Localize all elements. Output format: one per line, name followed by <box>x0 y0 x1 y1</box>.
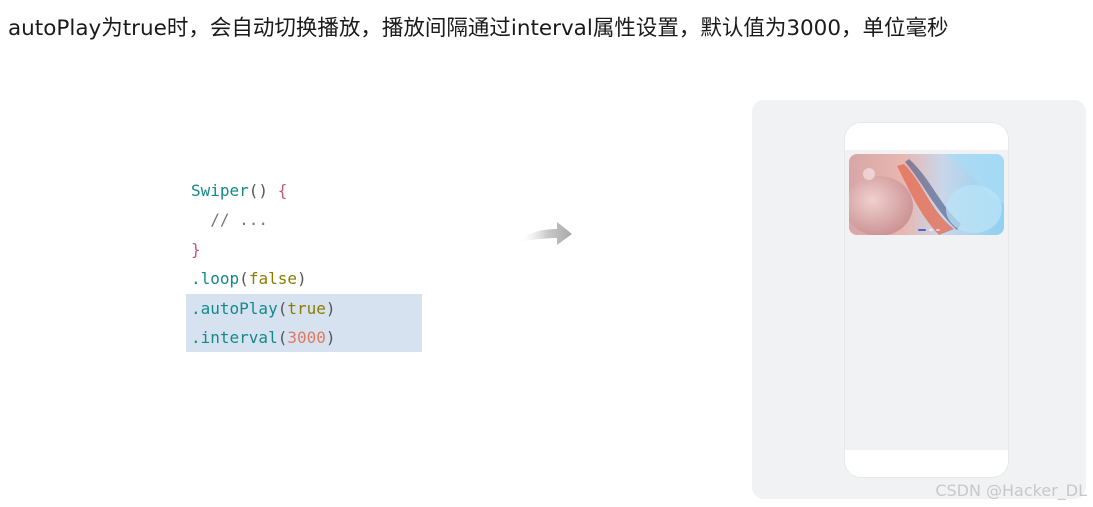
code-line-interval: .interval(3000) <box>186 322 422 353</box>
code-loop-method: .loop <box>191 269 240 289</box>
code-open-brace: { <box>277 181 288 200</box>
code-autoplay-method: .autoPlay <box>191 298 278 318</box>
indicator-dot-active[interactable] <box>918 229 926 231</box>
code-line-swiper: Swiper() { <box>186 176 422 205</box>
code-swiper-fn: Swiper <box>191 181 249 200</box>
code-loop-arg: false <box>248 269 297 289</box>
code-comment: // ... <box>191 210 269 230</box>
code-autoplay-arg: true <box>287 298 326 318</box>
indicator-dot[interactable] <box>936 229 940 231</box>
code-line-autoplay: .autoPlay(true) <box>186 293 422 323</box>
preview-panel <box>752 100 1086 499</box>
right-arrow-icon <box>517 222 572 245</box>
code-snippet: Swiper() { // ... } .loop(false) .autoPl… <box>186 176 422 353</box>
banner-image <box>849 154 1004 235</box>
code-line-loop: .loop(false) <box>191 269 307 289</box>
code-interval-arg: 3000 <box>287 327 326 347</box>
watermark: CSDN @Hacker_DL <box>935 481 1087 500</box>
code-line-comment: // ... <box>186 205 422 234</box>
swiper-banner[interactable] <box>849 154 1004 235</box>
code-line-close: } <box>186 235 422 264</box>
code-close-brace: } <box>191 239 201 259</box>
swiper-indicator[interactable] <box>918 229 940 231</box>
phone-screen <box>845 150 1008 450</box>
code-swiper-parens: () <box>248 181 278 200</box>
code-interval-method: .interval <box>191 327 278 347</box>
phone-mockup <box>845 123 1008 477</box>
indicator-dot[interactable] <box>929 229 933 231</box>
page-headline: autoPlay为true时，会自动切换播放，播放间隔通过interval属性设… <box>8 16 949 41</box>
